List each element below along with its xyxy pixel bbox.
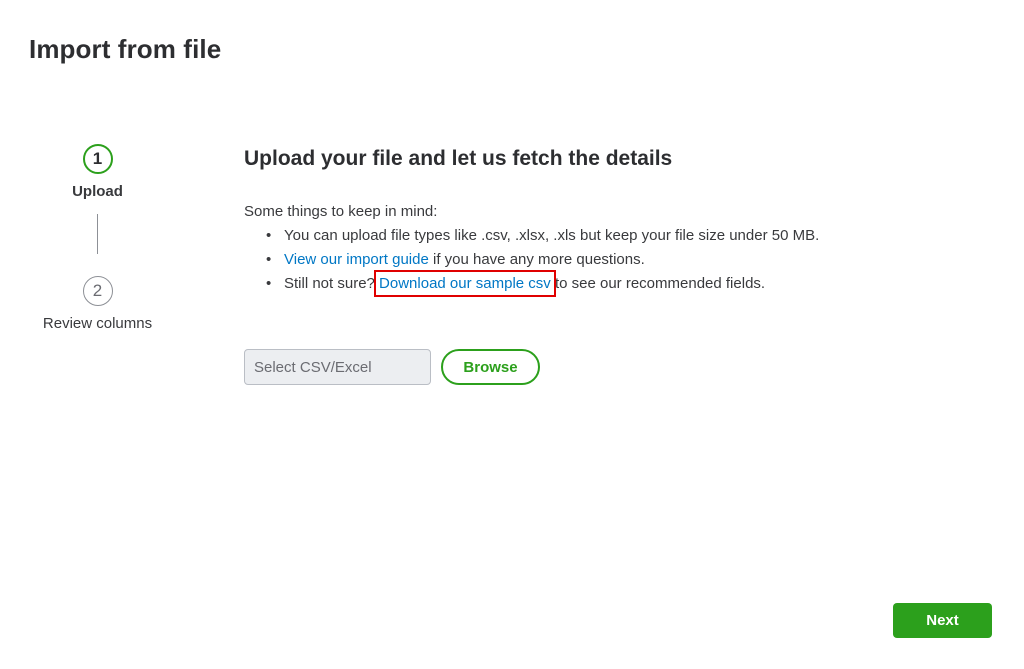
- tip-sample-csv: Still not sure? Download our sample csv …: [266, 270, 1004, 297]
- file-select-input[interactable]: [244, 349, 431, 385]
- tip-sample-csv-text: to see our recommended fields.: [550, 275, 766, 292]
- import-guide-link[interactable]: View our import guide: [284, 251, 429, 268]
- next-button[interactable]: Next: [893, 603, 992, 638]
- step-label-upload: Upload: [72, 183, 123, 200]
- intro-text: Some things to keep in mind:: [244, 203, 438, 220]
- upload-section: Upload your file and let us fetch the de…: [244, 144, 1004, 297]
- step-label-review-columns: Review columns: [42, 315, 153, 332]
- tip-file-types-text: You can upload file types like .csv, .xl…: [284, 227, 820, 244]
- step-upload: 1 Upload: [20, 144, 175, 200]
- import-page: Import from file 1 Upload 2 Review colum…: [0, 0, 1024, 669]
- step-number-2: 2: [82, 276, 113, 306]
- tip-sample-csv-prefix: Still not sure?: [284, 275, 380, 292]
- step-connector: [97, 214, 98, 254]
- tip-file-types: You can upload file types like .csv, .xl…: [266, 224, 1004, 248]
- step-number-1: 1: [82, 144, 113, 174]
- step-review-columns: 2 Review columns: [20, 276, 175, 332]
- tip-import-guide: View our import guide if you have any mo…: [266, 248, 1004, 272]
- page-title: Import from file: [29, 34, 222, 64]
- tip-import-guide-text: if you have any more questions.: [428, 251, 645, 268]
- section-title: Upload your file and let us fetch the de…: [244, 147, 673, 170]
- download-sample-csv-link[interactable]: Download our sample csv: [374, 270, 556, 297]
- browse-button[interactable]: Browse: [441, 349, 540, 385]
- tips-list: You can upload file types like .csv, .xl…: [244, 224, 1004, 297]
- file-picker: Browse: [244, 349, 540, 385]
- stepper: 1 Upload 2 Review columns: [20, 144, 175, 332]
